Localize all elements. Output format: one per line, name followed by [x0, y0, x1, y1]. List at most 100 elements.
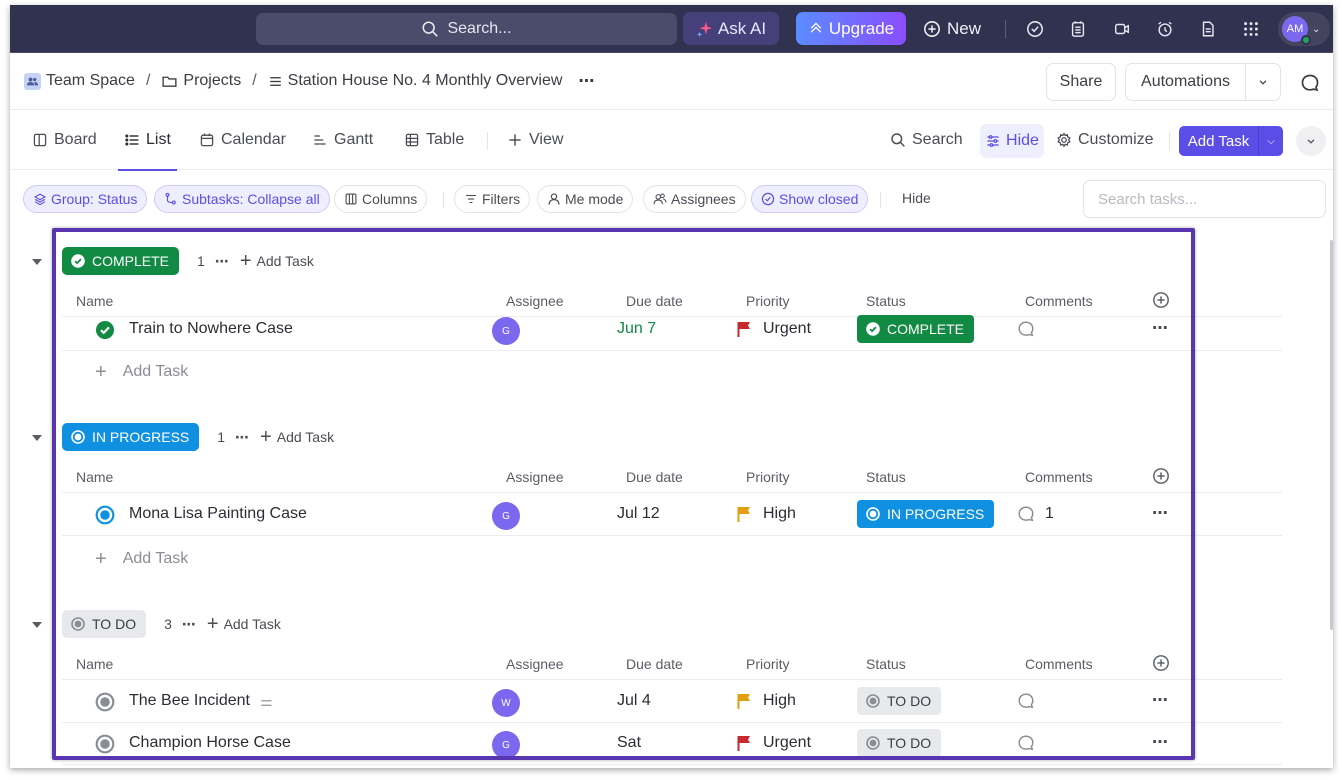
- add-column-icon[interactable]: [1152, 654, 1170, 672]
- column-header-status[interactable]: Status: [866, 656, 906, 672]
- column-header-assignee[interactable]: Assignee: [506, 656, 564, 672]
- task-row[interactable]: Train to Nowhere Case G Jun 7 Urgent COM…: [62, 309, 1282, 351]
- tab-list[interactable]: List: [118, 110, 177, 171]
- column-header-due-date[interactable]: Due date: [626, 293, 683, 309]
- priority-cell[interactable]: High: [737, 692, 796, 710]
- collapse-caret-icon[interactable]: [32, 622, 42, 628]
- column-header-name[interactable]: Name: [76, 469, 113, 485]
- assignee-avatar[interactable]: W: [492, 689, 520, 717]
- new-button[interactable]: New: [923, 12, 981, 45]
- collapse-caret-icon[interactable]: [32, 435, 42, 441]
- task-name[interactable]: Train to Nowhere Case: [129, 320, 293, 338]
- column-header-name[interactable]: Name: [76, 293, 113, 309]
- user-menu[interactable]: AM ⌄: [1278, 12, 1330, 46]
- comments-cell[interactable]: [1017, 734, 1045, 752]
- assignee-avatar[interactable]: G: [492, 502, 520, 530]
- column-header-comments[interactable]: Comments: [1025, 469, 1093, 485]
- due-date[interactable]: Jul 12: [617, 505, 660, 523]
- status-chip[interactable]: IN PROGRESS: [857, 500, 995, 528]
- row-more-icon[interactable]: ⋯: [1152, 690, 1169, 710]
- add-column-icon[interactable]: [1152, 291, 1170, 309]
- task-in-progress-icon[interactable]: [95, 505, 115, 525]
- document-icon[interactable]: [1197, 18, 1219, 40]
- global-search[interactable]: Search...: [256, 13, 677, 45]
- breadcrumb-team-space[interactable]: Team Space: [24, 72, 135, 90]
- tab-table[interactable]: Table: [404, 110, 464, 170]
- columns-chip[interactable]: Columns: [334, 185, 428, 213]
- column-header-status[interactable]: Status: [866, 293, 906, 309]
- apps-grid-icon[interactable]: [1240, 18, 1262, 40]
- due-date[interactable]: Jun 7: [617, 320, 656, 338]
- filters-chip[interactable]: Filters: [454, 185, 531, 213]
- priority-cell[interactable]: Urgent: [737, 734, 811, 752]
- group-add-task-button[interactable]: + Add Task: [260, 427, 334, 447]
- vertical-scrollbar[interactable]: [1330, 240, 1333, 630]
- status-chip[interactable]: TO DO: [857, 687, 942, 715]
- comments-cell[interactable]: [1017, 320, 1045, 338]
- add-view-button[interactable]: View: [507, 110, 563, 170]
- task-name[interactable]: Champion Horse Case: [129, 734, 291, 752]
- tab-gantt[interactable]: Gantt: [312, 110, 373, 170]
- priority-cell[interactable]: High: [737, 505, 796, 523]
- comments-cell[interactable]: [1017, 692, 1045, 710]
- row-more-icon[interactable]: ⋯: [1152, 732, 1169, 752]
- search-tasks-input[interactable]: [1083, 180, 1326, 218]
- check-circle-icon[interactable]: [1024, 18, 1046, 40]
- add-column-icon[interactable]: [1152, 467, 1170, 485]
- show-closed-chip[interactable]: Show closed: [751, 185, 869, 213]
- row-more-icon[interactable]: ⋯: [1152, 318, 1169, 338]
- task-row[interactable]: Champion Horse Case G Sat Urgent TO DO ⋯: [62, 723, 1282, 765]
- breadcrumb-current-list[interactable]: Station House No. 4 Monthly Overview: [268, 72, 562, 90]
- group-add-task-button[interactable]: + Add Task: [207, 614, 281, 634]
- collapse-caret-icon[interactable]: [32, 259, 42, 265]
- group-status-pill[interactable]: TO DO: [62, 610, 147, 638]
- video-icon[interactable]: [1111, 18, 1133, 40]
- add-task-button[interactable]: Add Task ⌵: [1179, 126, 1283, 156]
- automations-button[interactable]: Automations: [1125, 63, 1281, 101]
- status-chip[interactable]: TO DO: [857, 729, 942, 757]
- group-by-status-chip[interactable]: Group: Status: [23, 185, 148, 213]
- status-chip[interactable]: COMPLETE: [857, 315, 975, 343]
- chevron-down-icon[interactable]: [1246, 64, 1280, 100]
- task-todo-icon[interactable]: [95, 692, 115, 712]
- task-complete-icon[interactable]: [95, 320, 115, 340]
- assignee-avatar[interactable]: G: [492, 731, 520, 759]
- priority-cell[interactable]: Urgent: [737, 320, 811, 338]
- group-status-pill[interactable]: IN PROGRESS: [62, 423, 200, 451]
- group-add-task-button[interactable]: + Add Task: [240, 251, 314, 271]
- me-mode-chip[interactable]: Me mode: [537, 185, 634, 213]
- tab-calendar[interactable]: Calendar: [199, 110, 286, 170]
- column-header-due-date[interactable]: Due date: [626, 469, 683, 485]
- task-name[interactable]: Mona Lisa Painting Case: [129, 505, 307, 523]
- task-row[interactable]: Mona Lisa Painting Case G Jul 12 High IN…: [62, 494, 1282, 536]
- search-view-button[interactable]: Search: [890, 110, 963, 170]
- group-more-icon[interactable]: ⋯: [235, 429, 250, 446]
- column-header-name[interactable]: Name: [76, 656, 113, 672]
- column-header-comments[interactable]: Comments: [1025, 656, 1093, 672]
- alarm-clock-icon[interactable]: [1154, 18, 1176, 40]
- collapse-toolbar-button[interactable]: [1296, 126, 1326, 156]
- subtasks-chip[interactable]: Subtasks: Collapse all: [154, 185, 330, 213]
- share-button[interactable]: Share: [1046, 63, 1116, 101]
- column-header-comments[interactable]: Comments: [1025, 293, 1093, 309]
- task-row[interactable]: The Bee Incident ⚌ W Jul 4 High TO DO ⋯: [62, 681, 1282, 723]
- column-header-status[interactable]: Status: [866, 469, 906, 485]
- column-header-due-date[interactable]: Due date: [626, 656, 683, 672]
- more-options-icon[interactable]: ⋯: [578, 71, 595, 91]
- comments-cell[interactable]: 1: [1017, 505, 1054, 523]
- assignees-chip[interactable]: Assignees: [643, 185, 746, 213]
- chevron-down-icon[interactable]: ⌵: [1259, 126, 1283, 156]
- ask-ai-button[interactable]: Ask AI: [683, 12, 779, 45]
- column-header-priority[interactable]: Priority: [746, 656, 790, 672]
- hide-filter-link[interactable]: Hide: [902, 190, 931, 206]
- upgrade-button[interactable]: Upgrade: [796, 12, 906, 45]
- chat-icon[interactable]: [1300, 73, 1320, 93]
- hide-columns-button[interactable]: Hide: [980, 124, 1044, 158]
- notepad-icon[interactable]: [1067, 18, 1089, 40]
- column-header-priority[interactable]: Priority: [746, 293, 790, 309]
- row-more-icon[interactable]: ⋯: [1152, 503, 1169, 523]
- group-more-icon[interactable]: ⋯: [182, 616, 197, 633]
- add-task-row[interactable]: + Add Task: [95, 351, 188, 393]
- column-header-assignee[interactable]: Assignee: [506, 469, 564, 485]
- add-task-row[interactable]: + Add Task: [95, 538, 188, 580]
